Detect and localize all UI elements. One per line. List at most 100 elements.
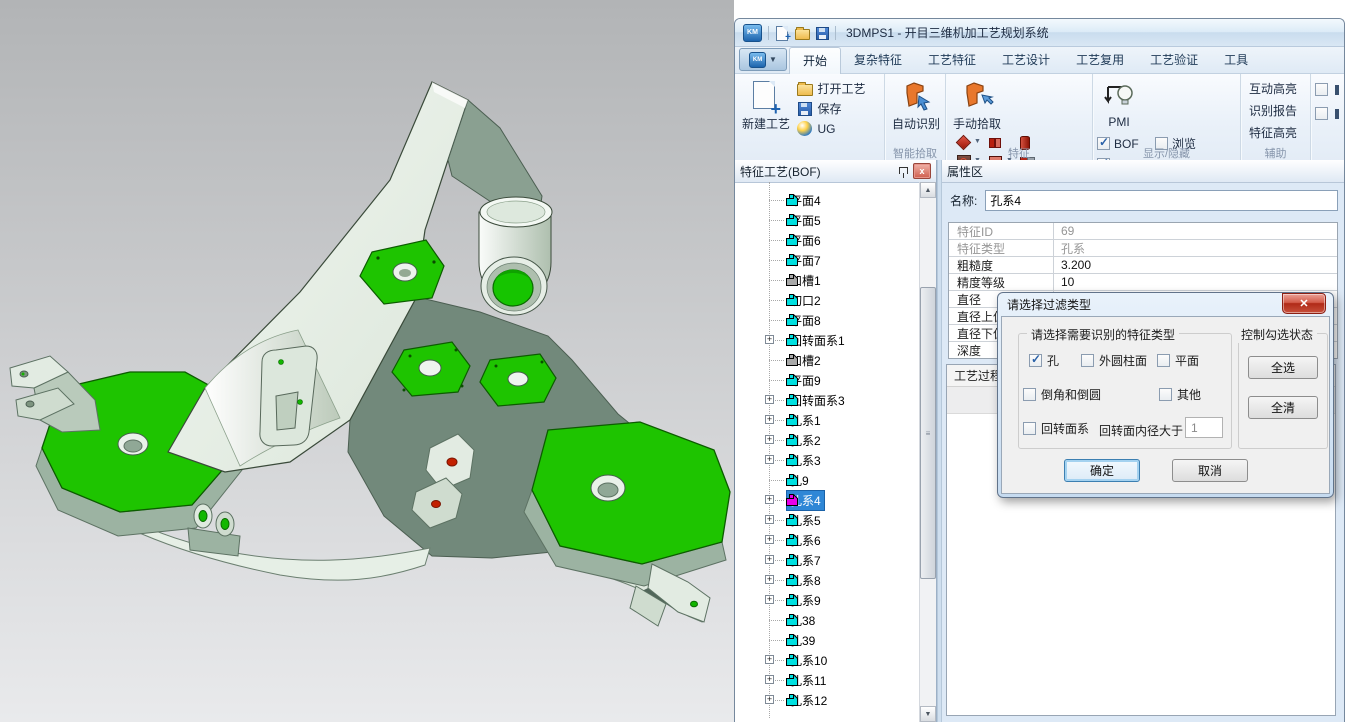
close-icon[interactable]: ✕ (1282, 293, 1326, 314)
new-document-icon[interactable]: + (775, 26, 789, 40)
other-checkbox[interactable]: 其他 (1159, 386, 1201, 403)
feature-name-input[interactable] (985, 190, 1338, 211)
ribbon-tab[interactable]: 工艺验证 (1137, 47, 1211, 73)
open-folder-icon[interactable] (795, 26, 809, 40)
open-process-button[interactable]: 打开工艺 (797, 80, 865, 97)
property-row: 特征ID69 (949, 223, 1337, 240)
tree-item[interactable]: 孔9 (735, 470, 919, 490)
expand-icon[interactable]: + (765, 695, 774, 704)
chevron-down-icon[interactable]: ▼ (974, 138, 981, 145)
pin-icon[interactable] (897, 165, 909, 178)
scroll-down-button[interactable]: ▼ (920, 706, 936, 722)
expand-icon[interactable]: + (765, 675, 774, 684)
clear-all-button[interactable]: 全清 (1248, 396, 1318, 419)
name-label: 名称: (950, 192, 977, 209)
ok-button[interactable]: 确定 (1064, 459, 1140, 482)
auto-recognize-button[interactable]: 自动识别 (889, 78, 943, 132)
revolve-face-checkbox[interactable]: 回转面系 (1023, 420, 1089, 437)
save-button[interactable]: 保存 (797, 100, 865, 117)
save-icon[interactable] (815, 26, 829, 40)
expand-icon[interactable]: + (765, 655, 774, 664)
tree-item[interactable]: +孔系3 (735, 450, 919, 470)
feature-highlight-button[interactable]: 特征高亮 (1245, 122, 1306, 143)
expand-icon[interactable]: + (765, 495, 774, 504)
scrollbar-thumb[interactable]: ≡ (920, 287, 936, 579)
tree-item[interactable]: 平面8 (735, 310, 919, 330)
chamfer-fillet-checkbox[interactable]: 倒角和倒圆 (1023, 386, 1101, 403)
tree-item[interactable]: 平面4 (735, 190, 919, 210)
cancel-button[interactable]: 取消 (1172, 459, 1248, 482)
tree-item[interactable]: +孔系12 (735, 690, 919, 710)
expand-icon[interactable]: + (765, 395, 774, 404)
ribbon-tab[interactable]: 复杂特征 (841, 47, 915, 73)
select-all-button[interactable]: 全选 (1248, 356, 1318, 379)
close-icon[interactable]: x (913, 163, 931, 179)
ribbon-tab[interactable]: 工艺特征 (915, 47, 989, 73)
tree-item[interactable]: 凹槽1 (735, 270, 919, 290)
ribbon-tab[interactable]: 工艺复用 (1063, 47, 1137, 73)
tree-item[interactable]: 平面5 (735, 210, 919, 230)
tree-item[interactable]: 孔39 (735, 630, 919, 650)
tree-item[interactable]: 孔38 (735, 610, 919, 630)
tree-item[interactable]: +回转面系3 (735, 390, 919, 410)
expand-icon[interactable]: + (765, 415, 774, 424)
ribbon-tab[interactable]: 工具 (1211, 47, 1261, 73)
tree-item[interactable]: +孔系4 (735, 490, 919, 510)
diameter-threshold-input[interactable] (1185, 417, 1223, 438)
tree-item[interactable]: 切口2 (735, 290, 919, 310)
title-bar[interactable]: KM + 3DMPS1 - 开目三维机加工艺规划系统 (735, 19, 1344, 47)
window-title: 3DMPS1 - 开目三维机加工艺规划系统 (846, 24, 1049, 41)
property-label: 精度等级 (949, 274, 1054, 290)
tree-panel-title: 特征工艺(BOF) (740, 163, 821, 180)
clipped-checkbox[interactable] (1315, 105, 1340, 122)
group-label: 特征 (946, 145, 1092, 161)
tree-item[interactable]: +孔系8 (735, 570, 919, 590)
expand-icon[interactable]: + (765, 335, 774, 344)
pmi-button[interactable]: PMI (1097, 78, 1141, 129)
ug-button[interactable]: UG (797, 120, 865, 137)
ribbon-tab[interactable]: 开始 (789, 47, 841, 74)
feature-step-icon (785, 613, 799, 627)
3d-viewport[interactable] (0, 0, 734, 722)
expand-icon[interactable]: + (765, 595, 774, 604)
expand-icon[interactable]: + (765, 435, 774, 444)
tree-item[interactable]: +孔系9 (735, 590, 919, 610)
ribbon-tab[interactable]: 工艺设计 (989, 47, 1063, 73)
tree-item[interactable]: +孔系2 (735, 430, 919, 450)
tree-item[interactable]: +孔系5 (735, 510, 919, 530)
feature-step-icon (785, 413, 799, 427)
hole-checkbox[interactable]: 孔 (1029, 352, 1059, 369)
tree-item[interactable]: +孔系11 (735, 670, 919, 690)
properties-title: 属性区 (947, 163, 983, 180)
application-menu-button[interactable]: KM ▼ (739, 48, 787, 71)
interactive-highlight-button[interactable]: 互动高亮 (1245, 78, 1306, 99)
recognize-report-button[interactable]: 识别报告 (1245, 100, 1306, 121)
tree-item[interactable]: +孔系10 (735, 650, 919, 670)
tree-item[interactable]: +孔系1 (735, 410, 919, 430)
feature-step-icon (785, 673, 799, 687)
feature-step-icon (785, 213, 799, 227)
km-logo-icon: KM (743, 24, 762, 42)
tree-item[interactable]: 平面7 (735, 250, 919, 270)
clipped-checkbox[interactable] (1315, 81, 1340, 98)
tree-item[interactable]: 平面9 (735, 370, 919, 390)
feature-step-icon (785, 533, 799, 547)
expand-icon[interactable]: + (765, 515, 774, 524)
tree-item[interactable]: 凹槽2 (735, 350, 919, 370)
ribbon-group-clipped (1311, 74, 1344, 162)
tree-item[interactable]: +孔系6 (735, 530, 919, 550)
manual-pick-button[interactable]: 手动拾取 (950, 78, 1004, 132)
expand-icon[interactable]: + (765, 455, 774, 464)
tree-item[interactable]: +回转面系1 (735, 330, 919, 350)
expand-icon[interactable]: + (765, 575, 774, 584)
tree-item[interactable]: 平面6 (735, 230, 919, 250)
expand-icon[interactable]: + (765, 535, 774, 544)
tree-item[interactable]: +孔系7 (735, 550, 919, 570)
new-process-button[interactable]: + 新建工艺 (739, 78, 793, 132)
chevron-down-icon: ▼ (769, 55, 777, 64)
outer-cylinder-checkbox[interactable]: 外圆柱面 (1081, 352, 1147, 369)
tree-scrollbar[interactable]: ▲ ≡ ▼ (919, 182, 936, 722)
plane-checkbox[interactable]: 平面 (1157, 352, 1199, 369)
expand-icon[interactable]: + (765, 555, 774, 564)
scroll-up-button[interactable]: ▲ (920, 182, 936, 198)
